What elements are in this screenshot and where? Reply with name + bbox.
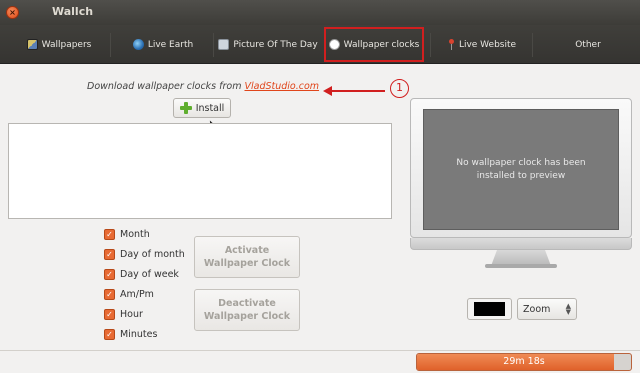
monitor-base <box>485 264 557 268</box>
option-day-of-week[interactable]: ✓ Day of week <box>104 264 185 284</box>
plus-icon <box>179 102 192 114</box>
deactivate-clock-button[interactable]: Deactivate Wallpaper Clock <box>194 289 300 331</box>
monitor-frame: No wallpaper clock has been installed to… <box>410 98 632 238</box>
tab-wallpapers[interactable]: Wallpapers <box>14 25 104 64</box>
title-bar: × Wallch <box>0 0 640 25</box>
close-window-button[interactable]: × <box>6 6 19 19</box>
monitor-chin <box>410 238 632 250</box>
zoom-select[interactable]: Zoom ▲ ▼ <box>517 298 577 320</box>
option-minutes[interactable]: ✓ Minutes <box>104 324 185 344</box>
option-label: Hour <box>120 308 143 320</box>
option-am-pm[interactable]: ✓ Am/Pm <box>104 284 185 304</box>
main-toolbar: Wallpapers Live Earth Picture Of The Day… <box>0 25 640 64</box>
tab-divider <box>532 33 533 57</box>
timer-label: 29m 18s <box>503 356 545 367</box>
checkbox-minutes[interactable]: ✓ <box>104 328 115 340</box>
option-day-of-month[interactable]: ✓ Day of month <box>104 244 185 264</box>
zoom-select-value: Zoom <box>523 303 551 315</box>
tab-picture-of-the-day-label: Picture Of The Day <box>233 39 318 50</box>
installed-clocks-list[interactable] <box>8 123 392 219</box>
download-hint: Download wallpaper clocks from VladStudi… <box>87 81 319 92</box>
checkbox-am-pm[interactable]: ✓ <box>104 288 115 300</box>
tab-divider <box>110 33 111 57</box>
background-color-button[interactable] <box>467 298 512 320</box>
clock-options: ✓ Month ✓ Day of month ✓ Day of week ✓ A… <box>104 224 185 344</box>
clock-icon <box>328 39 340 50</box>
picture-icon <box>218 39 230 50</box>
tab-live-website[interactable]: Live Website <box>436 25 528 64</box>
option-label: Day of month <box>120 248 185 260</box>
tab-divider <box>213 33 214 57</box>
window-title: Wallch <box>52 5 94 18</box>
option-label: Day of week <box>120 268 179 280</box>
annotation-marker-1: 1 <box>390 79 409 98</box>
tab-divider <box>430 33 431 57</box>
tab-live-website-label: Live Website <box>458 39 517 50</box>
install-button[interactable]: Install <box>173 98 231 118</box>
wallpaper-clocks-panel: Download wallpaper clocks from VladStudi… <box>0 65 640 350</box>
updown-chevron-icon: ▲ ▼ <box>565 302 571 316</box>
timer-progress-bar: 29m 18s <box>416 353 632 371</box>
preview-monitor: No wallpaper clock has been installed to… <box>410 98 632 270</box>
tab-wallpapers-label: Wallpapers <box>41 39 92 50</box>
tab-other[interactable]: Other <box>540 25 636 64</box>
tab-picture-of-the-day[interactable]: Picture Of The Day <box>216 25 320 64</box>
checkbox-month[interactable]: ✓ <box>104 228 115 240</box>
checkbox-day-of-week[interactable]: ✓ <box>104 268 115 280</box>
tab-other-label: Other <box>575 39 601 50</box>
option-month[interactable]: ✓ Month <box>104 224 185 244</box>
download-hint-text: Download wallpaper clocks from <box>87 81 242 92</box>
globe-icon <box>132 39 144 50</box>
activate-clock-button[interactable]: Activate Wallpaper Clock <box>194 236 300 278</box>
option-label: Minutes <box>120 328 158 340</box>
tab-wallpaper-clocks[interactable]: Wallpaper clocks <box>322 25 426 64</box>
option-label: Am/Pm <box>120 288 154 300</box>
preview-screen: No wallpaper clock has been installed to… <box>423 109 619 230</box>
preview-message: No wallpaper clock has been installed to… <box>456 157 586 181</box>
tab-live-earth-label: Live Earth <box>147 39 194 50</box>
checkbox-hour[interactable]: ✓ <box>104 308 115 320</box>
color-swatch-fill <box>474 302 505 316</box>
annotation-arrow-line <box>330 90 385 92</box>
tab-wallpaper-clocks-label: Wallpaper clocks <box>343 39 420 50</box>
wallpapers-icon <box>26 39 38 50</box>
vladstudio-link[interactable]: VladStudio.com <box>244 81 319 92</box>
option-label: Month <box>120 228 150 240</box>
checkbox-day-of-month[interactable]: ✓ <box>104 248 115 260</box>
tab-live-earth[interactable]: Live Earth <box>118 25 208 64</box>
broadcast-icon <box>448 39 455 50</box>
option-hour[interactable]: ✓ Hour <box>104 304 185 324</box>
install-button-label: Install <box>195 102 225 114</box>
